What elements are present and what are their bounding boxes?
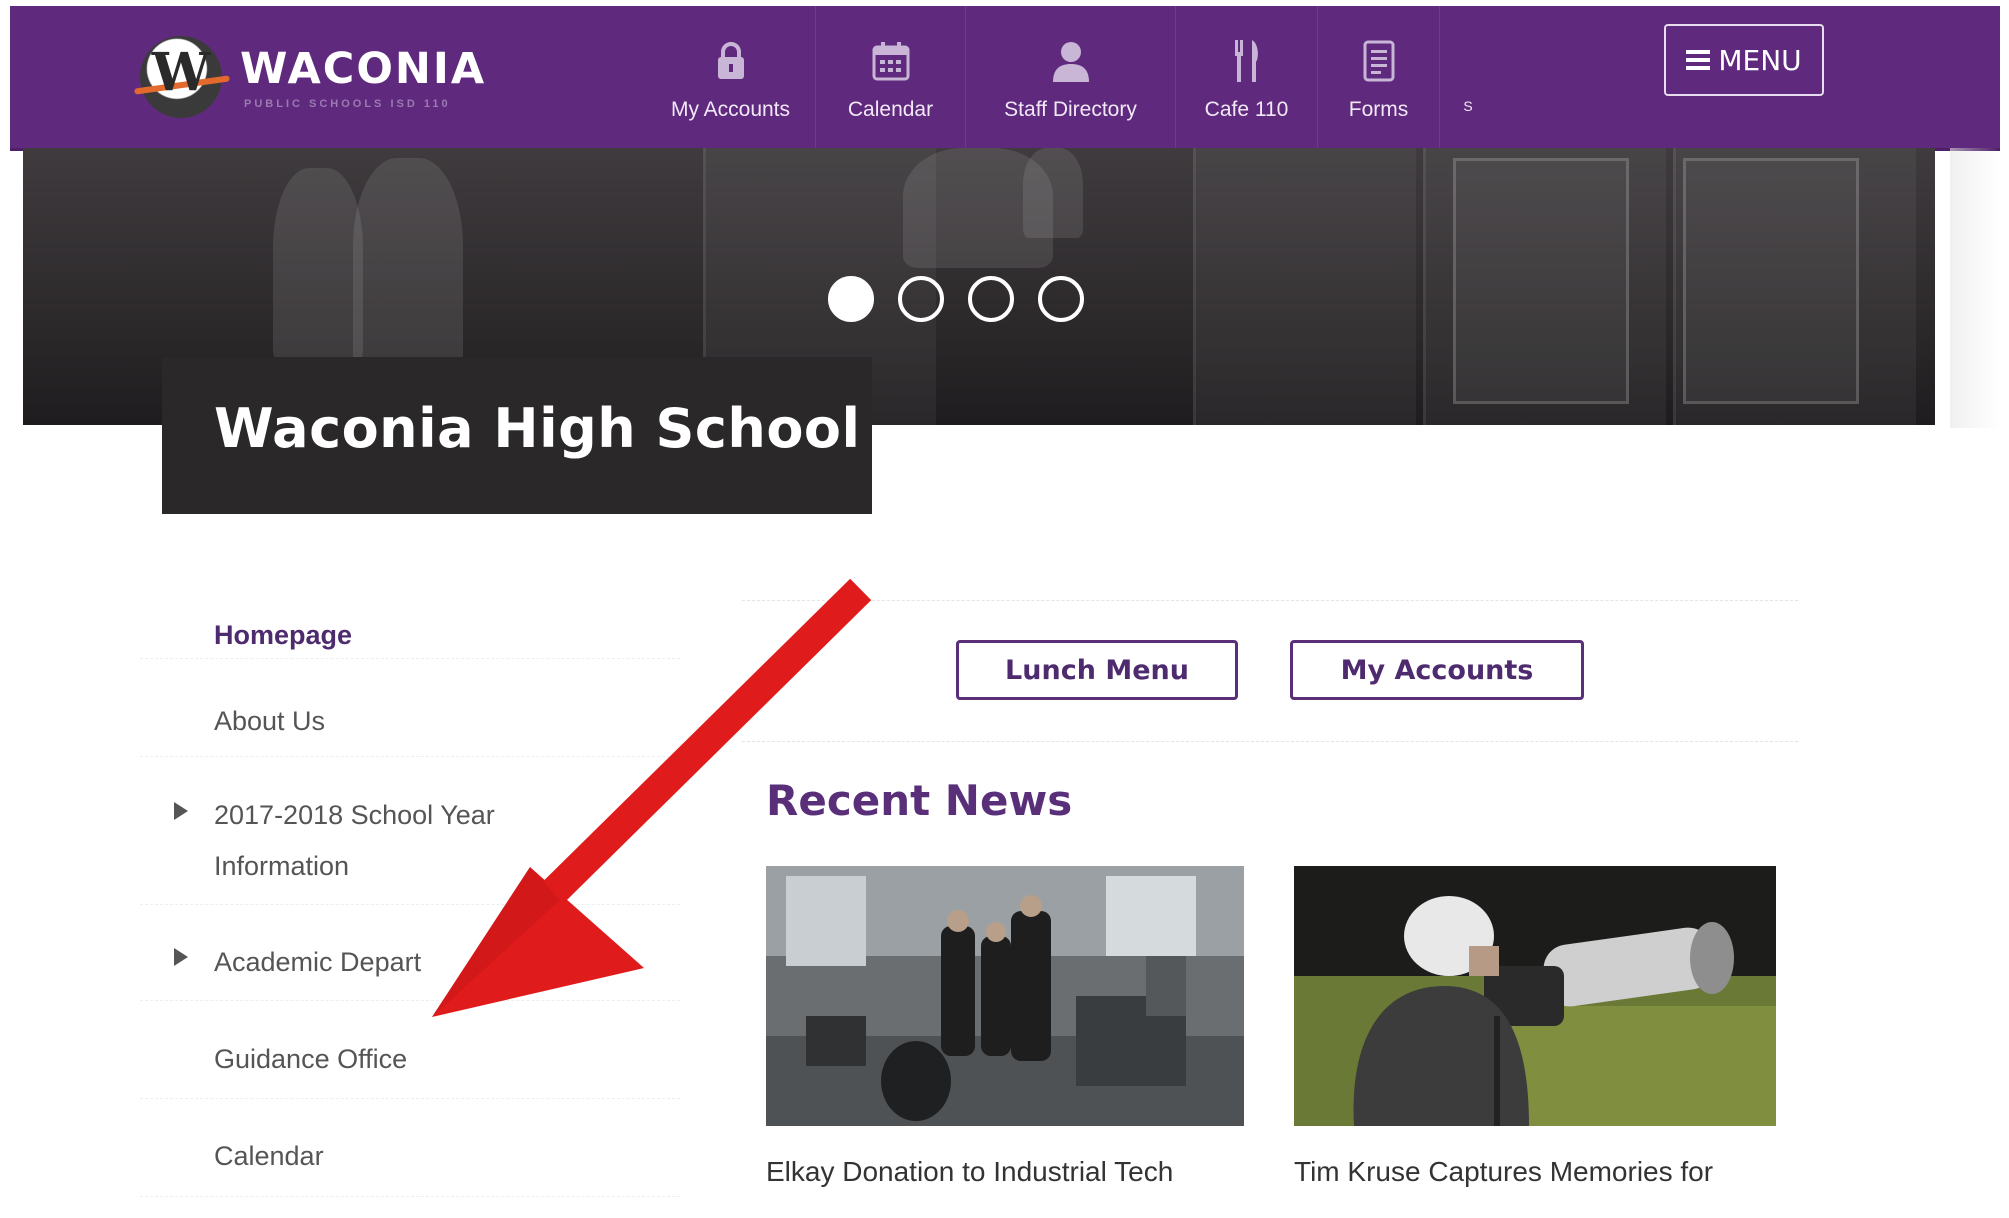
carousel-dots — [828, 276, 1084, 322]
logo-name: WACONIA — [240, 44, 487, 94]
nav-item-my-accounts[interactable]: My Accounts — [646, 6, 816, 148]
my-accounts-button[interactable]: My Accounts — [1290, 640, 1584, 700]
sidebar-divider — [140, 756, 680, 757]
hamburger-icon — [1686, 50, 1711, 70]
nav-label: Calendar — [847, 98, 934, 121]
nav-partial-icon — [1445, 38, 1491, 84]
nav-item-cafe-110[interactable]: Cafe 110 — [1176, 6, 1318, 148]
carousel-dot-1[interactable] — [828, 276, 874, 322]
document-icon — [1356, 38, 1402, 84]
sidebar-item-guidance-office[interactable]: Guidance Office — [214, 1034, 407, 1084]
nav-label: Cafe 110 — [1204, 98, 1289, 121]
sidebar-item-about-us[interactable]: About Us — [214, 696, 325, 746]
top-navigation-bar: W WACONIA PUBLIC SCHOOLS ISD 110 My Acco… — [10, 6, 2000, 151]
hero-edge — [1950, 148, 2000, 428]
lunch-menu-button[interactable]: Lunch Menu — [956, 640, 1238, 700]
utensils-icon — [1224, 38, 1270, 84]
carousel-dot-3[interactable] — [968, 276, 1014, 322]
sidebar-item-academic-departments[interactable]: Academic Depart — [214, 937, 421, 987]
menu-button[interactable]: MENU — [1664, 24, 1824, 96]
sidebar-divider — [140, 904, 680, 905]
sidebar-item-school-year-info-line2[interactable]: Information — [214, 841, 349, 891]
sidebar-divider — [140, 1196, 680, 1197]
expand-arrow-icon[interactable] — [174, 802, 188, 820]
nav-label: My Accounts — [670, 98, 791, 121]
person-icon — [1048, 38, 1094, 84]
page-title: Waconia High School — [214, 397, 861, 460]
nav-label: Staff Directory — [1004, 98, 1137, 121]
expand-arrow-icon[interactable] — [174, 948, 188, 966]
carousel-dot-4[interactable] — [1038, 276, 1084, 322]
news-caption-tim-kruse[interactable]: Tim Kruse Captures Memories for — [1294, 1156, 1713, 1188]
nav-label: Forms — [1348, 98, 1409, 121]
nav-item-calendar[interactable]: Calendar — [816, 6, 966, 148]
calendar-icon — [868, 38, 914, 84]
sidebar-divider — [140, 1098, 680, 1099]
nav-label: S — [1463, 98, 1473, 114]
news-image-elkay-donation[interactable] — [766, 866, 1244, 1126]
lock-icon — [708, 38, 754, 84]
news-caption-elkay-donation[interactable]: Elkay Donation to Industrial Tech — [766, 1156, 1173, 1188]
recent-news-heading: Recent News — [766, 776, 1073, 825]
carousel-dot-2[interactable] — [898, 276, 944, 322]
nav-item-partial[interactable]: S — [1440, 6, 1496, 148]
logo-w-mark: W — [151, 42, 211, 103]
logo-subtitle: PUBLIC SCHOOLS ISD 110 — [244, 98, 451, 110]
page-title-box: Waconia High School — [162, 357, 872, 514]
sidebar-divider — [140, 658, 680, 659]
utility-nav: My Accounts Calendar Staff Directory Caf… — [646, 6, 1496, 148]
sidebar-item-school-year-info[interactable]: 2017-2018 School Year — [214, 790, 495, 840]
sidebar-item-calendar[interactable]: Calendar — [214, 1131, 324, 1181]
sidebar-divider — [140, 1000, 680, 1001]
nav-item-staff-directory[interactable]: Staff Directory — [966, 6, 1176, 148]
news-image-tim-kruse[interactable] — [1294, 866, 1776, 1126]
waconia-logo[interactable]: W WACONIA PUBLIC SCHOOLS ISD 110 — [134, 36, 500, 126]
sidebar-item-homepage[interactable]: Homepage — [214, 610, 352, 660]
menu-label: MENU — [1718, 43, 1802, 77]
quick-links-panel — [742, 600, 1798, 742]
nav-item-forms[interactable]: Forms — [1318, 6, 1440, 148]
